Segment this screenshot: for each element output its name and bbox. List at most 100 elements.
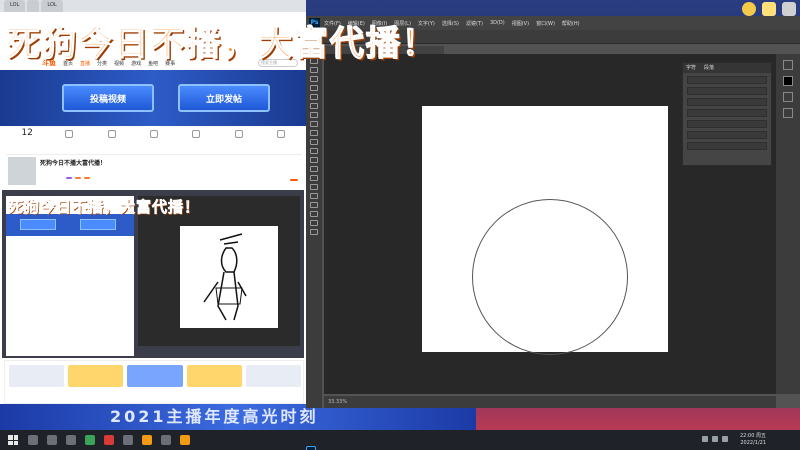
game-icon[interactable] xyxy=(161,435,171,445)
stat-icon xyxy=(192,130,201,138)
nested-hero xyxy=(6,214,134,236)
desktop-icons xyxy=(742,2,796,16)
stat-item[interactable] xyxy=(133,128,175,152)
app-icon[interactable] xyxy=(123,435,133,445)
stat-item[interactable] xyxy=(260,128,302,152)
ps-canvas[interactable] xyxy=(422,106,668,355)
volume-icon[interactable] xyxy=(712,436,718,442)
douyu-icon[interactable] xyxy=(180,435,190,445)
tracking-field[interactable] xyxy=(687,109,767,117)
promo-thumb[interactable] xyxy=(245,365,302,387)
eyedropper-tool-icon[interactable] xyxy=(310,103,318,109)
quick-select-tool-icon[interactable] xyxy=(310,76,318,82)
color-field[interactable] xyxy=(687,131,767,139)
menu-3d[interactable]: 3D(D) xyxy=(490,20,505,26)
panel-dock-icon[interactable] xyxy=(783,60,793,70)
desktop-file-icon[interactable] xyxy=(782,2,796,16)
dodge-tool-icon[interactable] xyxy=(310,175,318,181)
task-view-icon[interactable] xyxy=(47,435,57,445)
crop-tool-icon[interactable] xyxy=(310,85,318,91)
browser-tab-bar: LOL LOL xyxy=(0,0,306,12)
nested-canvas-drawing xyxy=(180,226,278,328)
nested-photoshop-preview xyxy=(138,196,300,346)
menu-filter[interactable]: 滤镜(T) xyxy=(466,20,483,27)
font-family-select[interactable] xyxy=(687,76,767,84)
upload-video-button[interactable]: 投稿视频 xyxy=(62,84,154,112)
status-badge xyxy=(75,177,81,179)
hand-tool-icon[interactable] xyxy=(310,220,318,226)
stat-icon xyxy=(276,130,285,138)
menu-help[interactable]: 帮助(H) xyxy=(562,20,580,27)
scale-field[interactable] xyxy=(687,120,767,128)
stat-icon xyxy=(234,130,243,138)
input-method-icon[interactable] xyxy=(722,436,728,442)
stat-item[interactable] xyxy=(91,128,133,152)
file-explorer-icon[interactable] xyxy=(66,435,76,445)
network-icon[interactable] xyxy=(702,436,708,442)
style-buttons[interactable] xyxy=(687,142,767,150)
wechat-icon[interactable] xyxy=(85,435,95,445)
promo-thumb[interactable] xyxy=(186,365,242,387)
avatar[interactable] xyxy=(8,157,36,185)
stat-icon xyxy=(65,130,74,138)
shape-tool-icon[interactable] xyxy=(310,211,318,217)
eraser-tool-icon[interactable] xyxy=(310,148,318,154)
panel-tab-paragraph[interactable]: 段落 xyxy=(704,63,714,73)
browser-tab[interactable] xyxy=(27,0,40,12)
stream-profile-card: 死狗今日不播大富代播！ xyxy=(6,154,302,188)
gradient-tool-icon[interactable] xyxy=(310,157,318,163)
zoom-tool-icon[interactable] xyxy=(310,229,318,235)
promo-thumb[interactable] xyxy=(127,365,183,387)
brush-tool-icon[interactable] xyxy=(310,121,318,127)
panel-tab-character[interactable]: 字符 xyxy=(686,63,696,73)
color-swatch-icon[interactable] xyxy=(783,76,793,86)
stream-overlay-title-small: 死狗今日不播，大富代播！ xyxy=(8,198,201,217)
stamp-tool-icon[interactable] xyxy=(310,130,318,136)
ps-status-bar: 33.33% xyxy=(324,396,776,408)
windows-start-icon[interactable] xyxy=(8,435,18,445)
desktop-shortcut-icon[interactable] xyxy=(742,2,756,16)
path-select-tool-icon[interactable] xyxy=(310,202,318,208)
stat-item[interactable] xyxy=(48,128,90,152)
clock-time: 22:00 周五 xyxy=(740,433,766,439)
leading-field[interactable] xyxy=(687,98,767,106)
stat-item[interactable]: 12 xyxy=(6,128,48,152)
circle-shape xyxy=(472,199,628,355)
clock-date: 2022/1/21 xyxy=(740,440,766,446)
follow-button[interactable] xyxy=(290,179,298,181)
menu-window[interactable]: 窗口(W) xyxy=(536,20,555,27)
font-size-field[interactable] xyxy=(687,87,767,95)
blur-tool-icon[interactable] xyxy=(310,166,318,172)
photoshop-window: Ps 文件(F) 编辑(E) 图像(I) 图层(L) 文字(Y) 选择(S) 滤… xyxy=(306,16,800,408)
browser-icon[interactable] xyxy=(142,435,152,445)
history-brush-tool-icon[interactable] xyxy=(310,139,318,145)
creator-hero-banner: 投稿视频 立即发帖 xyxy=(0,70,306,126)
lower-page-section xyxy=(4,360,304,404)
post-now-button[interactable]: 立即发帖 xyxy=(178,84,270,112)
promo-thumb[interactable] xyxy=(9,365,65,387)
type-tool-icon[interactable] xyxy=(310,193,318,199)
stat-icon xyxy=(107,130,116,138)
nested-hero-button xyxy=(20,219,56,230)
browser-tab[interactable]: LOL xyxy=(41,0,63,12)
taskbar-clock[interactable]: 22:00 周五 2022/1/21 xyxy=(740,433,766,447)
eye-icon[interactable] xyxy=(783,108,793,118)
menu-select[interactable]: 选择(S) xyxy=(442,20,459,27)
healing-tool-icon[interactable] xyxy=(310,112,318,118)
photoshop-icon[interactable] xyxy=(306,446,316,450)
search-icon[interactable] xyxy=(28,435,38,445)
stat-item[interactable] xyxy=(175,128,217,152)
taskbar: 22:00 周五 2022/1/21 xyxy=(0,430,800,450)
layers-panel-icon[interactable] xyxy=(783,92,793,102)
pen-tool-icon[interactable] xyxy=(310,184,318,190)
frame-tool-icon[interactable] xyxy=(310,94,318,100)
ps-right-dock xyxy=(776,54,800,394)
stat-item[interactable] xyxy=(217,128,259,152)
browser-tab[interactable]: LOL xyxy=(4,0,26,12)
menu-view[interactable]: 视图(V) xyxy=(512,20,529,27)
lasso-tool-icon[interactable] xyxy=(310,67,318,73)
system-tray xyxy=(702,436,728,442)
promo-thumb[interactable] xyxy=(68,365,124,387)
desktop-folder-icon[interactable] xyxy=(762,2,776,16)
wps-icon[interactable] xyxy=(104,435,114,445)
